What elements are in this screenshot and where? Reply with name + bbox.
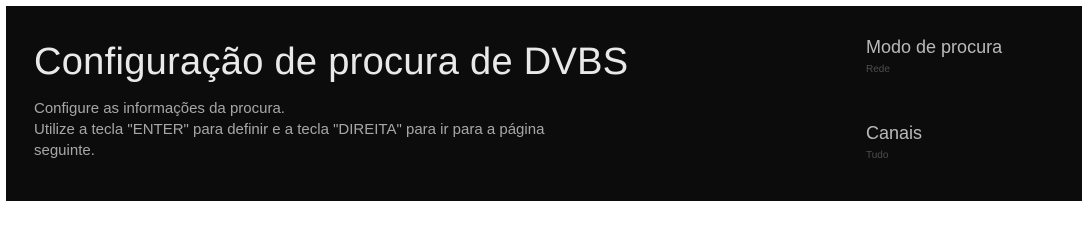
setting-label-search-mode: Modo de procura: [866, 37, 1003, 57]
description-line-3: seguinte.: [34, 142, 95, 159]
page-title: Configuração de procura de DVBS: [34, 41, 629, 83]
setting-label-channels: Canais: [866, 123, 923, 143]
description-line-2: Utilize a tecla "ENTER" para definir e a…: [34, 121, 545, 138]
info-panel: Configuração de procura de DVBS Configur…: [34, 40, 754, 161]
setting-value-channels: Tudo: [866, 150, 889, 161]
setting-value-search-mode: Rede: [866, 64, 890, 75]
description-line-1: Configure as informações da procura.: [34, 100, 285, 117]
page-description: Configure as informações da procura. Uti…: [34, 98, 754, 161]
tv-settings-screen: Configuração de procura de DVBS Configur…: [6, 6, 1082, 201]
settings-list: Modo de procura Rede Canais Tudo: [866, 36, 1066, 162]
setting-item-channels[interactable]: Canais Tudo: [866, 122, 1066, 162]
setting-item-search-mode[interactable]: Modo de procura Rede: [866, 36, 1066, 76]
